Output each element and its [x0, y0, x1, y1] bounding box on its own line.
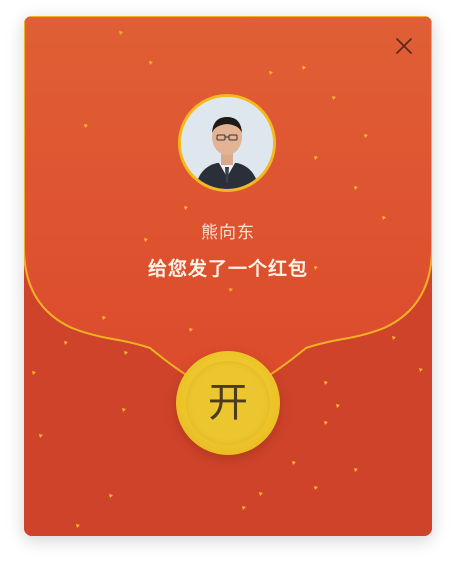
close-icon	[396, 38, 412, 54]
close-button[interactable]	[392, 34, 416, 58]
user-avatar-icon	[181, 97, 273, 189]
open-button-label: 开	[208, 380, 248, 426]
greeting-text: 给您发了一个红包	[147, 258, 308, 280]
sender-name: 熊向东	[201, 223, 255, 243]
red-envelope-dialog: 熊向东 给您发了一个红包 开	[24, 16, 432, 536]
open-button[interactable]: 开	[176, 351, 280, 455]
sender-avatar	[178, 94, 276, 192]
envelope-flap	[24, 16, 432, 390]
